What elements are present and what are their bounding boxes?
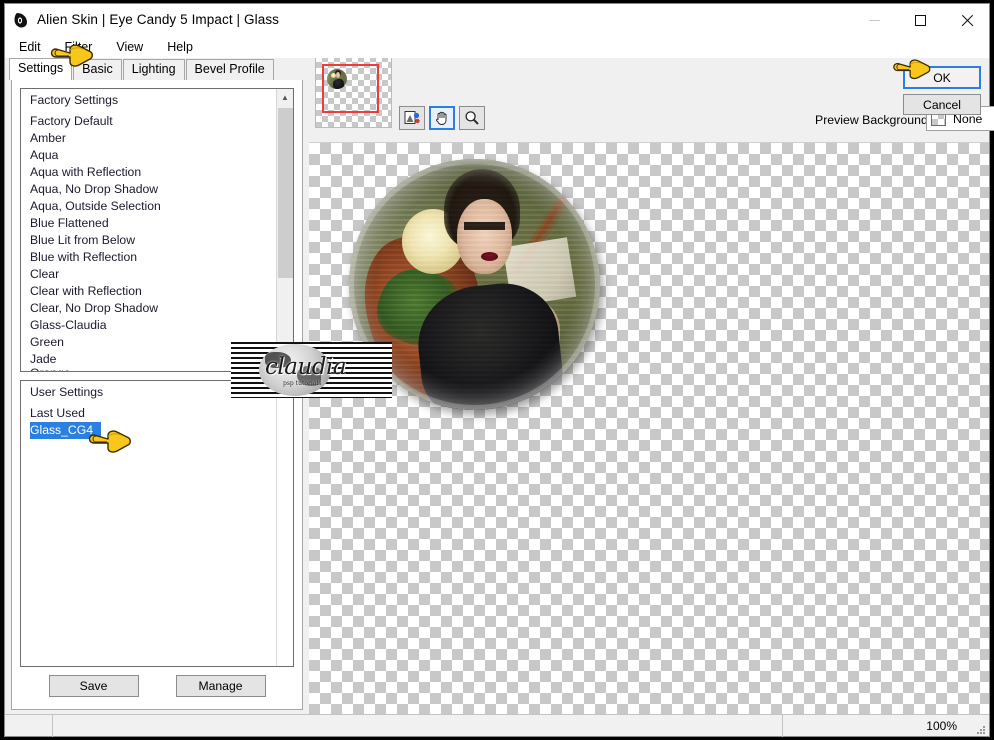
user-settings-items: User Settings Last Used Glass_CG4	[21, 381, 276, 666]
save-button[interactable]: Save	[48, 675, 139, 697]
zoom-level-indicator: 100%	[926, 718, 957, 733]
list-item[interactable]: Aqua, Outside Selection	[21, 198, 276, 215]
list-item[interactable]: Blue Flattened	[21, 215, 276, 232]
navigator-thumbnail[interactable]	[315, 55, 392, 128]
chevron-up-icon[interactable]: ▲	[276, 89, 293, 106]
factory-settings-scrollbar[interactable]: ▲ ▼	[276, 89, 293, 371]
list-item-selected[interactable]: Glass_CG4	[30, 422, 101, 439]
menu-item-view[interactable]: View	[110, 38, 153, 56]
ok-button[interactable]: OK	[903, 66, 981, 89]
menu-item-edit[interactable]: Edit	[13, 38, 51, 56]
status-segment-left	[5, 714, 53, 737]
list-item[interactable]: Aqua with Reflection	[21, 164, 276, 181]
tab-basic[interactable]: Basic	[73, 59, 122, 80]
minimize-button[interactable]	[851, 4, 897, 36]
menu-bar: Edit Filter View Help	[5, 36, 989, 58]
factory-settings-listbox[interactable]: Factory Settings Factory Default Amber A…	[20, 88, 294, 372]
cancel-button[interactable]: Cancel	[903, 94, 981, 115]
main-body: Settings Basic Lighting Bevel Profile Fa…	[5, 55, 994, 714]
factory-settings-items: Factory Settings Factory Default Amber A…	[21, 89, 276, 371]
preview-toolbar: Preview Background: None ▼ OK Cancel	[309, 55, 994, 142]
list-item[interactable]: Factory Default	[21, 113, 276, 130]
user-settings-scroll-gutter	[276, 381, 293, 666]
close-icon	[960, 14, 973, 27]
list-item[interactable]: Clear with Reflection	[21, 283, 276, 300]
tab-bevel-profile[interactable]: Bevel Profile	[185, 59, 274, 80]
application-window: Alien Skin | Eye Candy 5 Impact | Glass …	[4, 3, 994, 737]
claudia-watermark: claudia psp tutorials	[231, 342, 392, 398]
resize-grip-icon[interactable]	[974, 722, 986, 734]
list-item[interactable]: Clear	[21, 266, 276, 283]
list-item[interactable]: Amber	[21, 130, 276, 147]
tab-lighting[interactable]: Lighting	[122, 59, 185, 80]
status-bar: 100%	[5, 714, 989, 737]
settings-button-row: Save Manage	[20, 667, 294, 701]
preview-canvas[interactable]	[309, 142, 989, 714]
list-item[interactable]: Aqua	[21, 147, 276, 164]
tool-buttons	[399, 106, 489, 130]
title-bar: Alien Skin | Eye Candy 5 Impact | Glass	[5, 4, 989, 36]
menu-item-help[interactable]: Help	[161, 38, 203, 56]
maximize-button[interactable]	[897, 4, 943, 36]
navigator-viewport-rect[interactable]	[322, 64, 379, 113]
right-panel: Preview Background: None ▼ OK Cancel	[309, 55, 994, 714]
factory-settings-header: Factory Settings	[30, 93, 119, 107]
tab-settings[interactable]: Settings	[9, 58, 73, 80]
list-item[interactable]: Blue Lit from Below	[21, 232, 276, 249]
list-item[interactable]: Clear, No Drop Shadow	[21, 300, 276, 317]
window-controls	[851, 4, 989, 36]
list-item[interactable]: Glass-Claudia	[21, 317, 276, 334]
tab-strip: Settings Basic Lighting Bevel Profile	[5, 58, 309, 80]
list-item[interactable]: Blue with Reflection	[21, 249, 276, 266]
close-button[interactable]	[943, 4, 989, 36]
preview-toggle-icon[interactable]	[399, 106, 425, 130]
window-title: Alien Skin | Eye Candy 5 Impact | Glass	[37, 12, 280, 27]
manage-button[interactable]: Manage	[175, 675, 266, 697]
watermark-subtext: psp tutorials	[283, 380, 322, 387]
list-item[interactable]: Last Used	[21, 405, 276, 422]
scrollbar-thumb[interactable]	[277, 108, 293, 278]
list-item[interactable]: Aqua, No Drop Shadow	[21, 181, 276, 198]
status-segment-middle	[53, 714, 783, 737]
zoom-tool-icon[interactable]	[459, 106, 485, 130]
scrollbar-track[interactable]	[276, 106, 293, 354]
hand-tool-icon[interactable]	[429, 106, 455, 130]
menu-item-filter[interactable]: Filter	[59, 38, 103, 56]
watermark-text: claudia	[265, 354, 347, 380]
dialog-buttons: OK Cancel	[903, 66, 981, 120]
screenshot-root: Alien Skin | Eye Candy 5 Impact | Glass …	[0, 0, 994, 740]
minimize-icon	[868, 19, 880, 21]
maximize-icon	[914, 14, 926, 26]
alienskin-logo-icon	[11, 10, 31, 30]
user-settings-listbox[interactable]: User Settings Last Used Glass_CG4	[20, 380, 294, 667]
